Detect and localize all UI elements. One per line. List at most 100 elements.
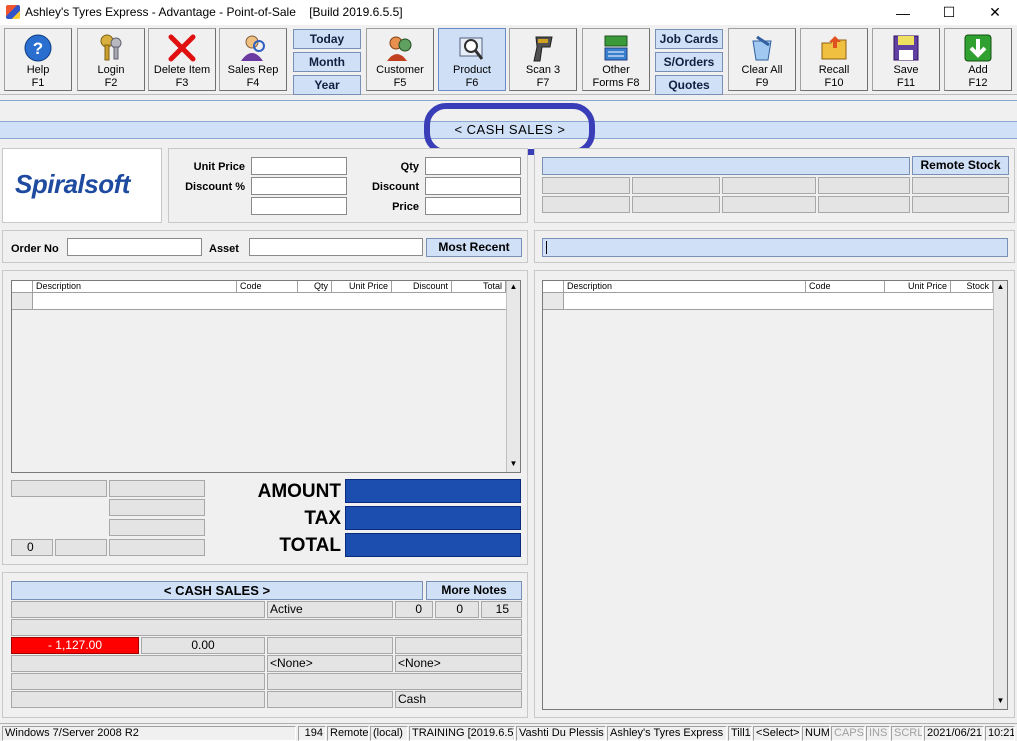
col-code[interactable]: Code [237, 281, 298, 292]
product-grid-scrollbar[interactable]: ▲ ▼ [993, 281, 1007, 709]
customer-count-2: 0 [435, 601, 479, 618]
login-button[interactable]: Login F2 [77, 28, 145, 91]
year-button[interactable]: Year [293, 75, 361, 95]
close-button[interactable]: ✕ [972, 0, 1017, 25]
price-input[interactable] [425, 197, 521, 215]
product-search-icon [457, 33, 487, 63]
month-button[interactable]: Month [293, 52, 361, 72]
col-discount[interactable]: Discount [392, 281, 452, 292]
table-row[interactable] [33, 293, 506, 310]
product-button[interactable]: Product F6 [438, 28, 506, 91]
order-no-label: Order No [11, 243, 59, 255]
stock-cell [632, 196, 720, 213]
app-icon [6, 5, 20, 19]
delete-item-button[interactable]: Delete Item F3 [148, 28, 216, 91]
qty-input[interactable] [425, 157, 521, 175]
status-database: TRAINING [2019.6.5] [409, 726, 515, 741]
logo-panel: Spiralsoft [2, 148, 162, 223]
help-button[interactable]: ? Help F1 [4, 28, 72, 91]
product-grid[interactable]: Description Code Unit Price Stock ▲ ▼ [542, 280, 1008, 710]
stock-cell [542, 177, 630, 194]
total-label: TOTAL [279, 535, 341, 556]
asset-input[interactable] [249, 238, 423, 256]
sales-rep-icon [238, 33, 268, 63]
col-description[interactable]: Description [33, 281, 237, 292]
maximize-button[interactable]: ☐ [926, 0, 972, 25]
row-selector[interactable] [12, 293, 33, 310]
scroll-up-icon[interactable]: ▲ [507, 281, 520, 293]
customer-group-select[interactable]: <None> [395, 655, 522, 672]
order-panel: Order No Asset Most Recent [2, 230, 528, 263]
clear-all-icon [747, 33, 777, 63]
status-bar: Windows 7/Server 2008 R2 194 Remote (loc… [0, 723, 1017, 741]
add-button[interactable]: Add F12 [944, 28, 1012, 91]
sorders-button[interactable]: S/Orders [655, 52, 723, 72]
stock-cell [912, 177, 1009, 194]
discount-input[interactable] [425, 177, 521, 195]
col-unit-price[interactable]: Unit Price [885, 281, 951, 292]
other-forms-button[interactable]: Other Forms F8 [582, 28, 650, 91]
sale-grid-scrollbar[interactable]: ▲ ▼ [506, 281, 520, 472]
spiralsoft-logo: Spiralsoft [15, 169, 130, 199]
recall-button[interactable]: Recall F10 [800, 28, 868, 91]
status-select[interactable]: <Select> [753, 726, 801, 741]
product-panel: Description Code Unit Price Stock ▲ ▼ [534, 270, 1015, 718]
status-caps: CAPS [831, 726, 865, 741]
status-scrl: SCRL [891, 726, 923, 741]
save-button[interactable]: Save F11 [872, 28, 940, 91]
status-server: (local) [370, 726, 408, 741]
remote-stock-button[interactable]: Remote Stock [912, 156, 1009, 175]
customer-field [11, 673, 265, 690]
unit-price-input[interactable] [251, 157, 347, 175]
customer-title: < CASH SALES > [11, 581, 423, 600]
status-mode: Remote [327, 726, 369, 741]
sale-grid[interactable]: Description Code Qty Unit Price Discount… [11, 280, 521, 473]
customer-balance-2: 0.00 [141, 637, 265, 654]
toolbar: ? Help F1 Login F2 Delete Item F3 Sales Rep… [0, 25, 1017, 95]
job-cards-button[interactable]: Job Cards [655, 29, 723, 49]
customer-field [267, 673, 522, 690]
customer-field [267, 637, 393, 654]
sale-grid-header: Description Code Qty Unit Price Discount… [12, 281, 506, 293]
clear-all-button[interactable]: Clear All F9 [728, 28, 796, 91]
forms-icon [601, 33, 631, 63]
order-no-input[interactable] [67, 238, 202, 256]
table-row[interactable] [564, 293, 993, 310]
col-unit-price[interactable]: Unit Price [332, 281, 392, 292]
more-notes-button[interactable]: More Notes [426, 581, 522, 600]
col-total[interactable]: Total [452, 281, 506, 292]
stock-cell [722, 177, 816, 194]
scan-button[interactable]: Scan 3 F7 [509, 28, 577, 91]
col-code[interactable]: Code [806, 281, 885, 292]
discount-pct-input[interactable] [251, 177, 347, 195]
col-stock[interactable]: Stock [951, 281, 993, 292]
most-recent-button[interactable]: Most Recent [426, 238, 522, 257]
row-selector[interactable] [543, 293, 564, 310]
tax-value [345, 506, 521, 530]
amount-value [345, 479, 521, 503]
today-button[interactable]: Today [293, 29, 361, 49]
scroll-down-icon[interactable]: ▼ [994, 695, 1007, 707]
status-time: 10:21 [985, 726, 1015, 741]
quotes-button[interactable]: Quotes [655, 75, 723, 95]
summary-cell [11, 480, 107, 497]
product-grid-header: Description Code Unit Price Stock [543, 281, 993, 293]
product-search-input[interactable] [542, 238, 1008, 257]
stock-panel: Remote Stock [534, 148, 1015, 223]
minimize-button[interactable]: — [880, 0, 926, 25]
keys-icon [96, 33, 126, 63]
customer-rep-select[interactable]: <None> [267, 655, 393, 672]
scroll-up-icon[interactable]: ▲ [994, 281, 1007, 293]
customer-field [11, 619, 522, 636]
sales-rep-button[interactable]: Sales Rep F4 [219, 28, 287, 91]
col-description[interactable]: Description [564, 281, 806, 292]
status-ins: INS [866, 726, 890, 741]
asset-label: Asset [209, 243, 239, 255]
customer-button[interactable]: Customer F5 [366, 28, 434, 91]
stock-header [542, 157, 910, 175]
stock-cell [542, 196, 630, 213]
col-qty[interactable]: Qty [298, 281, 332, 292]
scroll-down-icon[interactable]: ▼ [507, 458, 520, 470]
payment-method: Cash [395, 691, 522, 708]
extra-input[interactable] [251, 197, 347, 215]
